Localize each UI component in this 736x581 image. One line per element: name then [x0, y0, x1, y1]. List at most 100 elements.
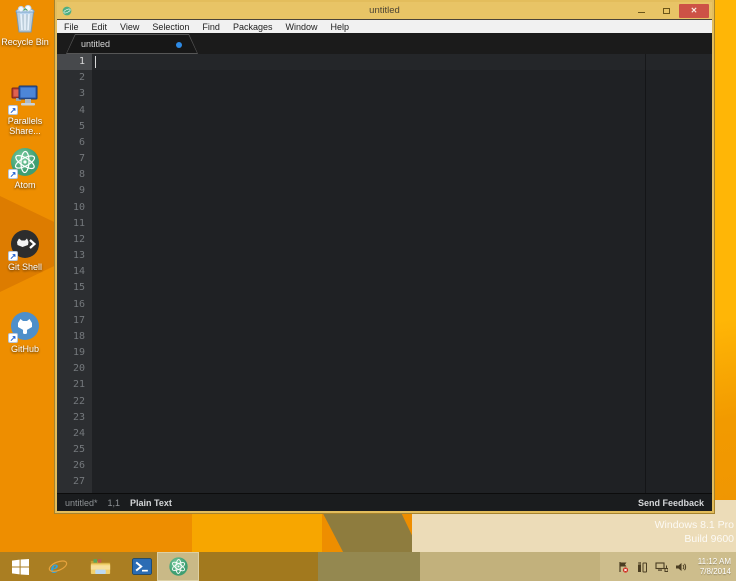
desktop-icon-label: Recycle Bin	[0, 37, 50, 47]
system-tray: 11:12 AM 7/8/2014	[617, 552, 736, 581]
screen: Recycle Bin ↗ Parallels Share...	[0, 0, 736, 581]
active-line-highlight	[92, 54, 712, 70]
line-number[interactable]: 11	[57, 216, 92, 232]
line-number[interactable]: 5	[57, 119, 92, 135]
taskbar: e	[0, 552, 736, 581]
line-number[interactable]: 6	[57, 135, 92, 151]
atom-window: untitled ✕ File Edit View Selection Find…	[55, 0, 714, 513]
code-area[interactable]	[92, 54, 712, 493]
text-cursor	[95, 56, 96, 68]
github-icon: ↗	[9, 310, 41, 342]
shortcut-arrow-icon: ↗	[8, 333, 18, 343]
tab-label: untitled	[67, 39, 110, 49]
svg-text:e: e	[51, 557, 59, 577]
taskbar-internet-explorer-button[interactable]: e	[40, 552, 76, 581]
desktop-icon-atom[interactable]: ↗ Atom	[0, 146, 50, 190]
line-number[interactable]: 1	[57, 54, 92, 70]
line-number[interactable]: 27	[57, 474, 92, 490]
menu-help[interactable]: Help	[330, 22, 349, 32]
taskbar-atom-button[interactable]	[157, 552, 199, 581]
menubar: File Edit View Selection Find Packages W…	[57, 20, 712, 33]
line-number[interactable]: 17	[57, 313, 92, 329]
shortcut-arrow-icon: ↗	[8, 251, 18, 261]
shortcut-arrow-icon: ↗	[8, 105, 18, 115]
menu-find[interactable]: Find	[202, 22, 220, 32]
status-bar: untitled* 1,1 Plain Text Send Feedback	[57, 493, 712, 511]
line-number[interactable]: 25	[57, 442, 92, 458]
status-grammar-selector[interactable]: Plain Text	[130, 498, 172, 508]
powershell-icon	[132, 558, 152, 575]
start-button[interactable]	[4, 552, 36, 581]
desktop-icon-label: Atom	[0, 180, 50, 190]
status-filename: untitled*	[65, 498, 98, 508]
line-number[interactable]: 4	[57, 103, 92, 119]
taskbar-clock[interactable]: 11:12 AM 7/8/2014	[698, 557, 731, 577]
line-number[interactable]: 15	[57, 280, 92, 296]
safely-remove-hardware-icon[interactable]	[636, 561, 648, 573]
line-number[interactable]: 12	[57, 232, 92, 248]
maximize-icon	[663, 8, 670, 14]
menu-view[interactable]: View	[120, 22, 139, 32]
line-number[interactable]: 18	[57, 329, 92, 345]
menu-edit[interactable]: Edit	[92, 22, 108, 32]
menu-packages[interactable]: Packages	[233, 22, 273, 32]
line-number[interactable]: 8	[57, 167, 92, 183]
line-number[interactable]: 7	[57, 151, 92, 167]
menu-window[interactable]: Window	[285, 22, 317, 32]
git-shell-icon: ↗	[9, 228, 41, 260]
window-controls: ✕	[629, 2, 712, 19]
desktop-icon-label: GitHub	[0, 344, 50, 354]
menu-file[interactable]: File	[64, 22, 79, 32]
parallels-shared-icon: ↗	[9, 82, 41, 114]
watermark-line2: Build 9600	[655, 533, 734, 547]
status-cursor-position: 1,1	[108, 498, 121, 508]
minimize-button[interactable]	[629, 4, 654, 18]
line-number[interactable]: 10	[57, 200, 92, 216]
clock-date: 7/8/2014	[698, 567, 731, 577]
line-number[interactable]: 2	[57, 70, 92, 86]
line-number[interactable]: 20	[57, 361, 92, 377]
desktop-icon-parallels-shared[interactable]: ↗ Parallels Share...	[0, 82, 50, 136]
editor: 1234567891011121314151617181920212223242…	[57, 54, 712, 493]
line-number[interactable]: 23	[57, 410, 92, 426]
recycle-bin-icon	[9, 3, 41, 35]
titlebar[interactable]: untitled ✕	[57, 2, 712, 20]
clock-time: 11:12 AM	[698, 557, 731, 567]
network-icon[interactable]	[655, 561, 668, 573]
line-number[interactable]: 13	[57, 248, 92, 264]
volume-icon[interactable]	[675, 561, 687, 573]
action-center-flag-icon[interactable]	[617, 561, 629, 573]
line-number[interactable]: 14	[57, 264, 92, 280]
desktop-icon-git-shell[interactable]: ↗ Git Shell	[0, 228, 50, 272]
taskbar-file-explorer-button[interactable]	[82, 552, 118, 581]
line-number[interactable]: 9	[57, 183, 92, 199]
menu-selection[interactable]: Selection	[152, 22, 189, 32]
windows-watermark: Windows 8.1 Pro Build 9600	[655, 519, 736, 546]
taskbar-powershell-button[interactable]	[124, 552, 160, 581]
windows-logo-icon	[12, 559, 29, 575]
desktop-icon-github[interactable]: ↗ GitHub	[0, 310, 50, 354]
desktop-icon-label: Git Shell	[0, 262, 50, 272]
tab-bar: untitled	[57, 33, 712, 54]
minimize-icon	[638, 12, 645, 13]
tab-modified-indicator[interactable]	[176, 42, 182, 48]
maximize-button[interactable]	[654, 4, 679, 18]
line-number[interactable]: 16	[57, 297, 92, 313]
tab-untitled[interactable]: untitled	[66, 34, 198, 54]
atom-icon: ↗	[9, 146, 41, 178]
line-number[interactable]: 19	[57, 345, 92, 361]
line-number[interactable]: 3	[57, 86, 92, 102]
line-number[interactable]: 26	[57, 458, 92, 474]
file-explorer-icon	[90, 558, 111, 576]
line-number[interactable]: 24	[57, 426, 92, 442]
watermark-line1: Windows 8.1 Pro	[655, 519, 734, 533]
send-feedback-link[interactable]: Send Feedback	[638, 498, 704, 508]
window-title: untitled	[57, 5, 712, 16]
shortcut-arrow-icon: ↗	[8, 169, 18, 179]
wrap-guide	[645, 54, 646, 493]
line-number[interactable]: 22	[57, 394, 92, 410]
close-button[interactable]: ✕	[679, 4, 709, 18]
line-number[interactable]: 21	[57, 377, 92, 393]
close-icon: ✕	[691, 7, 698, 15]
desktop-icon-recycle-bin[interactable]: Recycle Bin	[0, 3, 50, 47]
